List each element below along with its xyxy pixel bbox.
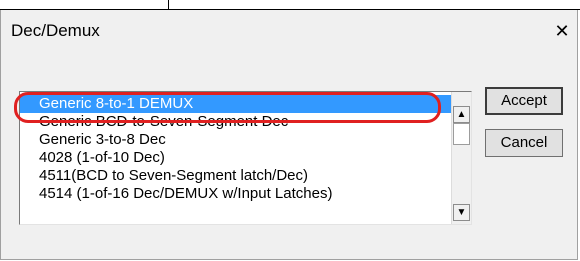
triangle-down-icon: ▼ (456, 207, 467, 218)
accept-button[interactable]: Accept (485, 87, 563, 115)
list-item[interactable]: 4511(BCD to Seven-Segment latch/Dec) (20, 167, 452, 185)
triangle-up-icon: ▲ (456, 109, 467, 120)
list-item[interactable]: 4514 (1-of-16 Dec/DEMUX w/Input Latches) (20, 185, 452, 203)
top-tick (168, 0, 169, 10)
red-highlight-annotation (14, 92, 441, 123)
scroll-up-button[interactable]: ▲ (453, 106, 470, 123)
window-title: Dec/Demux (11, 21, 100, 40)
dec-demux-dialog: Dec/Demux ✕ Generic 8-to-1 DEMUX Generic… (0, 10, 578, 260)
close-button[interactable]: ✕ (551, 20, 573, 42)
list-item[interactable]: 4028 (1-of-10 Dec) (20, 149, 452, 167)
cancel-button[interactable]: Cancel (485, 129, 563, 157)
list-item[interactable]: Generic 3-to-8 Dec (20, 131, 452, 149)
scroll-down-button[interactable]: ▼ (453, 204, 470, 221)
scroll-thumb[interactable] (453, 123, 470, 145)
vertical-scrollbar[interactable]: ▲ ▼ (451, 92, 471, 224)
title-bar[interactable]: Dec/Demux ✕ (1, 10, 577, 52)
close-icon: ✕ (554, 21, 570, 41)
